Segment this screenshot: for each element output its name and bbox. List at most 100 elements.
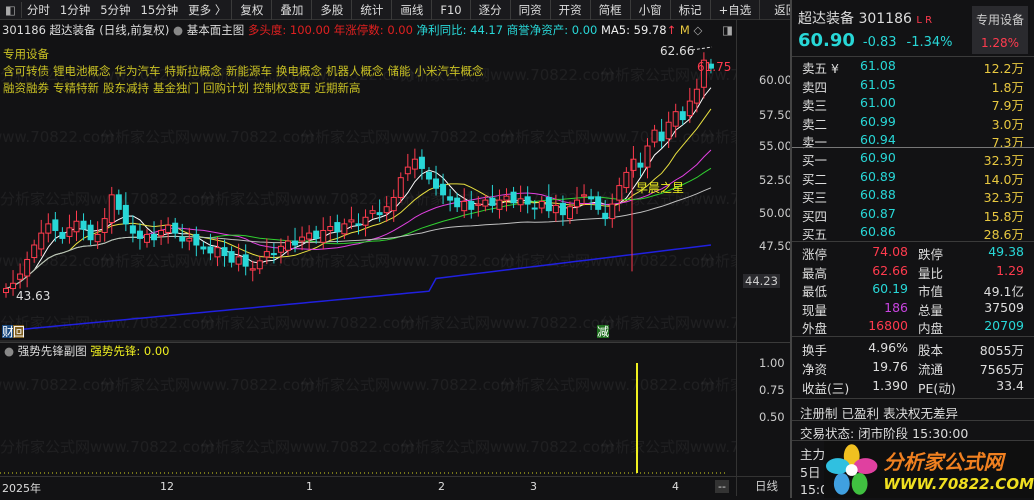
candle-body	[129, 225, 136, 234]
bid-row[interactable]: 买二 60.89 14.0万	[800, 169, 1026, 187]
sub-chart-title[interactable]: 强势先锋副图	[18, 344, 87, 358]
bid-volume: 15.8万	[983, 208, 1024, 224]
bid-label: 买一	[802, 153, 828, 168]
candle-body	[108, 194, 115, 224]
period-tab[interactable]: 5分钟	[95, 2, 135, 18]
bid-row[interactable]: 买三 60.88 32.3万	[800, 187, 1026, 205]
candle-body	[306, 232, 313, 240]
price-axis: 60.00 57.50 55.00 52.50 50.00 47.50 44.2…	[736, 20, 792, 496]
concept-tag[interactable]: 股东减持	[103, 81, 149, 95]
concept-tag[interactable]: 含可转债	[3, 64, 49, 78]
stat-value: 33.4	[996, 378, 1024, 393]
candle-body	[313, 230, 320, 239]
concept-tag[interactable]: 控制权变更	[253, 81, 311, 95]
axis-tick: 60.00	[759, 73, 792, 87]
watermark-text: 分析家公式网www.70822.com	[500, 128, 715, 146]
axis-tick: 52.50	[759, 173, 792, 187]
candle-body	[468, 200, 475, 210]
candle-body	[101, 218, 108, 233]
candle-body	[616, 185, 623, 201]
toolbar-button[interactable]: 简框	[589, 0, 630, 20]
price-pct: -1.34%	[906, 35, 953, 50]
profit-yoy: 净利同比: 44.17	[416, 23, 504, 37]
main-chart-selector[interactable]: 基本面主图	[187, 23, 245, 37]
candle-body	[320, 229, 327, 243]
panel-toggle-icon[interactable]: ◧	[0, 3, 21, 17]
toolbar-button[interactable]: 多股	[311, 0, 351, 20]
concept-tag[interactable]: 储能	[388, 64, 411, 78]
watermark-text: 分析家公式网www.70822.com	[700, 128, 736, 146]
high-label: 62.66	[660, 44, 694, 58]
toolbar-button[interactable]: 标记	[669, 0, 710, 20]
candle-body	[327, 226, 334, 231]
axis-tick: 55.00	[759, 139, 792, 153]
stat-label: 最高	[802, 265, 828, 281]
candle-body	[52, 219, 59, 231]
candle-body	[207, 246, 214, 254]
toolbar-button[interactable]: 小窗	[629, 0, 670, 20]
dropdown-icon[interactable]: ●	[4, 344, 14, 358]
toolbar-button[interactable]: 开资	[549, 0, 590, 20]
concept-tag[interactable]: 融资融券	[3, 81, 49, 95]
bid-row[interactable]: 买四 60.87 15.8万	[800, 206, 1026, 224]
ask-label: 卖四	[802, 79, 828, 95]
concept-tag[interactable]: 锂电池概念	[53, 64, 111, 78]
reduce-badge: 减	[597, 325, 609, 339]
candle-body	[510, 191, 517, 204]
concept-tag[interactable]: 特斯拉概念	[165, 64, 223, 78]
watermark-text: 分析家公式网www.70822.com	[200, 190, 415, 208]
concept-tag[interactable]: 基金独门	[153, 81, 199, 95]
candle-body	[136, 230, 143, 239]
candle-body	[665, 121, 672, 140]
bid-label: 买二	[802, 171, 828, 187]
stat-label: 内盘	[918, 321, 944, 336]
watermark-text: 分析家公式网www.70822.com	[100, 376, 315, 394]
add-watchlist-button[interactable]: +自选	[709, 0, 760, 20]
concept-tag[interactable]: 小米汽车概念	[415, 64, 484, 78]
candle-body	[235, 256, 242, 265]
flower-logo-icon	[825, 443, 878, 495]
period-tab[interactable]: 分时	[20, 1, 55, 18]
ask-row[interactable]: 卖二 60.99 3.0万	[800, 114, 1026, 132]
diamond-icon[interactable]: ◇	[693, 23, 702, 37]
toolbar-button[interactable]: 同资	[509, 0, 550, 20]
toolbar-button[interactable]: 叠加	[271, 0, 311, 20]
concept-tag[interactable]: 换电概念	[276, 64, 322, 78]
ask-row[interactable]: 卖三 61.00 7.9万	[800, 95, 1026, 113]
concept-tag[interactable]: 新能源车	[226, 64, 272, 78]
candle-body	[143, 233, 150, 243]
concept-line-2: 融资融券 专精特新 股东减持 基金独门 回购计划 控制权变更 近期新高	[3, 80, 488, 97]
concept-tag[interactable]: 专精特新	[53, 81, 99, 95]
toolbar-button[interactable]: F10	[431, 0, 469, 20]
window-icon[interactable]: ◨	[722, 23, 733, 37]
more-tab[interactable]: 更多 〉	[183, 2, 231, 18]
stock-title: 301186 超达装备 (日线,前复权)	[2, 23, 170, 37]
concept-tag[interactable]: 近期新高	[315, 81, 361, 95]
kline-chart[interactable]: 分析家公式网www.70822.com分析家公式网www.70822.com分析…	[0, 40, 736, 476]
ask-price: 61.05	[860, 76, 896, 92]
watermark-logo: 分析家公式网 WWW.70822.COM	[824, 441, 1034, 498]
toolbar-button[interactable]: 复权	[231, 0, 271, 20]
watermark-text: 分析家公式网www.70822.com	[0, 128, 115, 146]
candle-body	[277, 245, 284, 253]
bid-row[interactable]: 买一 60.90 32.3万	[800, 150, 1026, 168]
toolbar-button[interactable]: 画线	[391, 0, 431, 20]
period-tab[interactable]: 15分钟	[136, 2, 184, 18]
ask-row[interactable]: 卖五 ¥ 61.08 12.2万	[800, 58, 1026, 76]
ask-row[interactable]: 卖四 61.05 1.8万	[800, 77, 1026, 95]
stat-label: 外盘	[802, 321, 828, 336]
period-tab[interactable]: 1分钟	[55, 2, 95, 18]
candle-body	[637, 162, 644, 168]
toolbar-button[interactable]: 逐分	[469, 0, 510, 20]
time-label: 2025年	[2, 482, 41, 495]
concept-tag[interactable]: 回购计划	[203, 81, 249, 95]
dropdown-icon[interactable]: ●	[173, 23, 183, 37]
watermark-text: 分析家公式网www.70822.com	[0, 438, 215, 456]
concept-tag[interactable]: 华为汽车	[115, 64, 161, 78]
toolbar-button[interactable]: 统计	[351, 0, 391, 20]
candle-body	[186, 237, 193, 242]
candle-body	[454, 197, 461, 208]
m-label: M	[679, 23, 690, 37]
concept-tag[interactable]: 机器人概念	[326, 64, 384, 78]
bid-row[interactable]: 买五 60.86 28.6万	[800, 224, 1026, 242]
